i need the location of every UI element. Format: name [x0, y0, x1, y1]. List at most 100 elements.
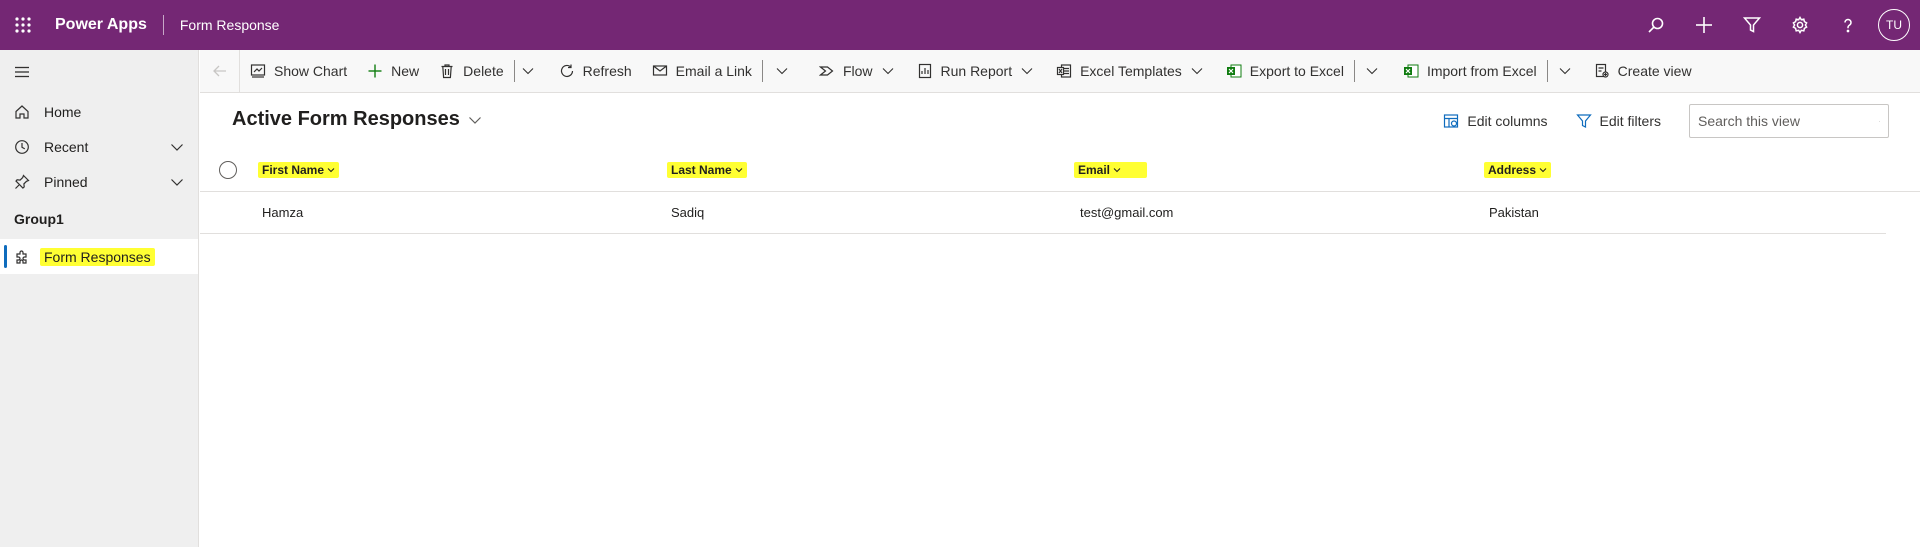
show-chart-button[interactable]: Show Chart	[240, 50, 357, 93]
sidebar-item-pinned[interactable]: Pinned	[0, 164, 198, 199]
create-view-icon	[1595, 63, 1609, 78]
edit-columns-button[interactable]: Edit columns	[1443, 113, 1548, 129]
delete-button[interactable]: Delete	[429, 50, 513, 93]
select-all-checkbox[interactable]	[219, 161, 237, 179]
filter-icon	[1743, 17, 1761, 33]
more-email-dropdown[interactable]	[769, 50, 795, 93]
sidebar-item-label: Form Responses	[40, 247, 155, 266]
search-input[interactable]	[1698, 113, 1879, 129]
add-icon	[1696, 17, 1712, 33]
chevron-down-icon	[776, 68, 788, 75]
grid-header: First Name Last Name Email Address	[200, 150, 1920, 192]
chart-icon	[250, 64, 266, 78]
create-view-button[interactable]: Create view	[1584, 50, 1702, 93]
import-excel-label: Import from Excel	[1426, 63, 1537, 79]
page-name: Form Response	[179, 17, 280, 33]
report-icon	[918, 63, 931, 79]
command-bar: Show Chart New Delete Refresh Email a Li…	[200, 49, 1920, 93]
excel-templates-icon	[1056, 64, 1072, 78]
filter-button[interactable]	[1728, 0, 1776, 50]
export-excel-label: Export to Excel	[1249, 63, 1344, 79]
sidebar-group-label: Group1	[14, 211, 64, 227]
settings-button[interactable]	[1776, 0, 1824, 50]
email-link-icon	[652, 65, 667, 76]
view-selector[interactable]: Active Form Responses	[232, 108, 482, 131]
add-button[interactable]	[1680, 0, 1728, 50]
excel-templates-label: Excel Templates	[1080, 63, 1182, 79]
chevron-down-icon	[1113, 168, 1121, 173]
divider	[761, 60, 763, 82]
edit-columns-label: Edit columns	[1467, 113, 1548, 129]
new-button[interactable]: New	[357, 50, 429, 93]
sidebar-item-form-responses[interactable]: Form Responses	[0, 239, 198, 274]
flow-dropdown[interactable]	[875, 50, 901, 93]
chevron-down-icon[interactable]	[170, 140, 184, 154]
export-excel-dropdown[interactable]	[1359, 50, 1385, 93]
import-excel-dropdown[interactable]	[1552, 50, 1578, 93]
divider	[162, 15, 164, 35]
column-header-label: Email	[1078, 163, 1111, 177]
run-report-dropdown[interactable]	[1014, 50, 1040, 93]
clock-icon	[15, 139, 29, 154]
chevron-down-icon	[522, 68, 534, 75]
app-launcher-button[interactable]	[0, 0, 46, 50]
more-delete-dropdown[interactable]	[515, 50, 541, 93]
run-report-label: Run Report	[940, 63, 1013, 79]
filter-icon	[1575, 114, 1592, 128]
edit-filters-button[interactable]: Edit filters	[1575, 113, 1661, 129]
page-title: Active Form Responses	[232, 108, 460, 130]
puzzle-icon	[16, 249, 27, 264]
sidebar-toggle-button[interactable]	[0, 50, 198, 94]
chevron-down-icon	[1559, 68, 1571, 75]
search-button[interactable]	[1632, 0, 1680, 50]
sidebar-item-recent[interactable]: Recent	[0, 129, 198, 164]
delete-label: Delete	[463, 63, 504, 79]
top-bar-actions: TU	[1632, 0, 1920, 50]
sidebar-item-home[interactable]: Home	[0, 94, 198, 129]
pin-icon	[15, 173, 30, 189]
excel-templates-dropdown[interactable]	[1184, 50, 1210, 93]
data-grid: First Name Last Name Email Address Hamza…	[200, 150, 1920, 234]
trash-icon	[441, 64, 453, 79]
column-header-email[interactable]: Email	[1074, 162, 1148, 178]
view-tools: Edit columns Edit filters	[1443, 104, 1920, 138]
refresh-label: Refresh	[582, 63, 632, 79]
excel-templates-button[interactable]: Excel Templates	[1046, 50, 1184, 93]
flow-icon	[818, 66, 834, 76]
cell-email[interactable]: test@gmail.com	[1080, 205, 1173, 220]
column-header-last-name[interactable]: Last Name	[667, 162, 747, 178]
search-icon[interactable]	[1879, 114, 1880, 129]
email-link-button[interactable]: Email a Link	[642, 50, 762, 93]
chevron-down-icon	[468, 116, 481, 124]
back-button[interactable]	[200, 49, 240, 93]
new-label: New	[391, 63, 420, 79]
refresh-button[interactable]: Refresh	[549, 50, 642, 93]
avatar[interactable]: TU	[1878, 9, 1910, 41]
active-indicator	[4, 245, 7, 268]
table-row[interactable]: Hamza Sadiq test@gmail.com Pakistan	[200, 192, 1886, 234]
import-excel-button[interactable]: Import from Excel	[1393, 50, 1547, 93]
divider	[1353, 60, 1355, 82]
column-header-first-name[interactable]: First Name	[258, 162, 340, 178]
export-excel-button[interactable]: Export to Excel	[1216, 50, 1354, 93]
sidebar-item-label: Recent	[44, 138, 89, 155]
app-name[interactable]: Power Apps	[55, 16, 147, 34]
cell-last-name: Sadiq	[671, 205, 705, 220]
gear-icon	[1792, 16, 1808, 34]
run-report-button[interactable]: Run Report	[907, 50, 1015, 93]
chevron-down-icon[interactable]	[170, 175, 184, 189]
column-header-label: Address	[1488, 163, 1537, 177]
help-icon	[1844, 18, 1852, 33]
email-link-label: Email a Link	[675, 63, 752, 79]
add-icon	[368, 64, 382, 78]
chevron-down-icon	[735, 168, 743, 173]
edit-filters-label: Edit filters	[1599, 113, 1661, 129]
hamburger-icon	[15, 66, 29, 78]
divider	[1546, 60, 1548, 82]
show-chart-label: Show Chart	[274, 63, 348, 79]
flow-button[interactable]: Flow	[809, 50, 875, 93]
sidebar-item-label: Home	[44, 103, 82, 120]
excel-icon	[1403, 64, 1419, 78]
help-button[interactable]	[1824, 0, 1872, 50]
column-header-address[interactable]: Address	[1484, 162, 1552, 178]
